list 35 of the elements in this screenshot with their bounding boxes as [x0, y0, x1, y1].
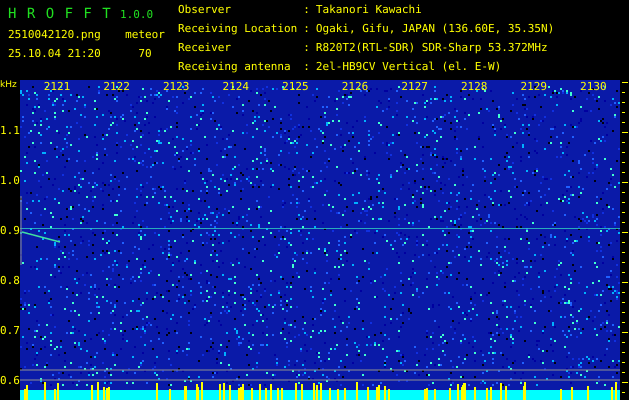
- detection-label: meteor: [124, 28, 166, 40]
- time-label: 2129: [520, 80, 548, 93]
- detection-count: 70: [137, 46, 153, 60]
- frequency-label: 0.7: [0, 324, 20, 337]
- file-name: 2510042120.png: [8, 28, 102, 40]
- time-label: 2130: [580, 80, 607, 93]
- time-label: 2121: [44, 80, 70, 93]
- info-separator: :: [303, 42, 310, 56]
- time-label: 2124: [222, 80, 250, 93]
- frequency-label: 1.1: [0, 124, 20, 137]
- info-label: Receiving Location: [178, 23, 298, 37]
- info-label: Observer: [178, 4, 232, 18]
- info-separator: :: [303, 61, 310, 75]
- time-label: 2127: [401, 80, 428, 93]
- frequency-label: 0.9: [0, 224, 20, 237]
- app-version: 1.0.0: [120, 8, 154, 20]
- time-label: 2125: [282, 80, 309, 93]
- frequency-label: 0.6: [0, 374, 20, 387]
- unit-label: kHz: [0, 80, 17, 90]
- time-label: 2123: [162, 80, 190, 93]
- info-label: Receiver: [178, 42, 232, 56]
- time-label: 2122: [103, 80, 130, 93]
- frequency-label: 1.0: [0, 174, 20, 187]
- info-separator: :: [303, 23, 310, 37]
- timestamp: 25.10.04 21:20: [8, 46, 102, 60]
- time-label: 2128: [460, 80, 488, 93]
- time-label: 2126: [342, 80, 368, 93]
- info-value: R820T2(RTL-SDR) SDR-Sharp 53.372MHz: [316, 42, 549, 56]
- info-value: Takanori Kawachi: [316, 4, 423, 18]
- info-label: Receiving antenna: [178, 61, 292, 75]
- info-value: 2el-HB9CV Vertical (el. E-W): [316, 61, 502, 75]
- info-separator: :: [303, 4, 310, 18]
- frequency-label: 0.8: [0, 274, 20, 287]
- info-value: Ogaki, Gifu, JAPAN (136.60E, 35.35N): [316, 23, 554, 37]
- app-title: H R O F F T: [8, 6, 113, 22]
